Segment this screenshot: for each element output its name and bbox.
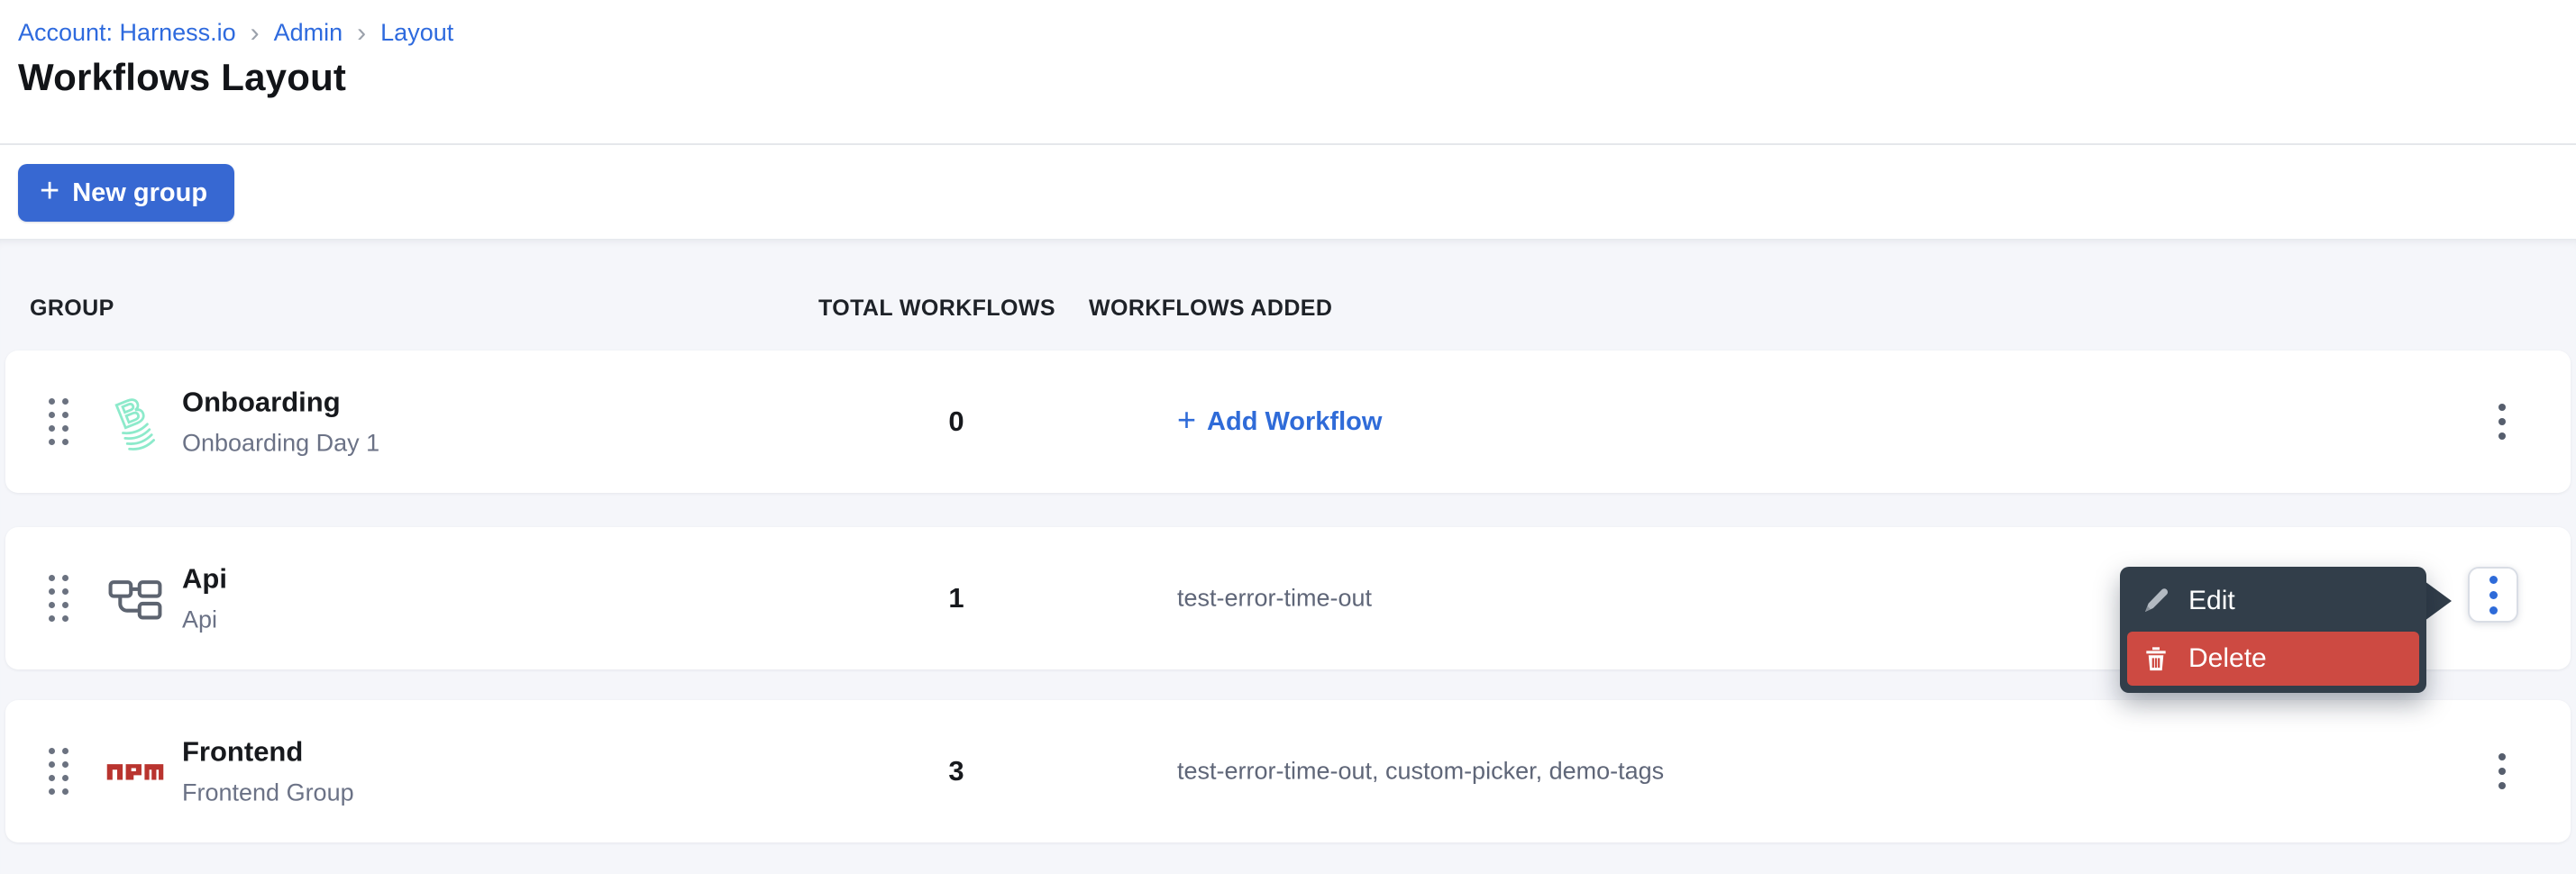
svg-text:B: B bbox=[112, 391, 151, 436]
workflows-added-cell: test-error-time-out, custom-picker, demo… bbox=[1177, 758, 1664, 786]
header-divider bbox=[0, 143, 2576, 145]
context-menu-delete-label: Delete bbox=[2188, 643, 2267, 674]
group-description: Api bbox=[182, 606, 227, 634]
context-menu-delete[interactable]: Delete bbox=[2127, 632, 2419, 686]
context-menu-edit-label: Edit bbox=[2188, 586, 2235, 616]
row-context-menu: Edit Delete bbox=[2120, 567, 2426, 693]
drag-handle-icon[interactable] bbox=[49, 398, 69, 445]
workflows-added-cell: + Add Workflow bbox=[1177, 404, 1382, 440]
breadcrumb-account-link[interactable]: Account: Harness.io bbox=[18, 19, 236, 47]
breadcrumb: Account: Harness.io › Admin › Layout bbox=[18, 18, 453, 47]
breadcrumb-layout-link[interactable]: Layout bbox=[380, 19, 453, 47]
workflow-groups-section: GROUP TOTAL WORKFLOWS WORKFLOWS ADDED B bbox=[0, 239, 2576, 874]
context-menu-arrow bbox=[2425, 581, 2452, 621]
page-title: Workflows Layout bbox=[18, 56, 346, 99]
new-group-button[interactable]: + New group bbox=[18, 164, 234, 222]
trash-icon bbox=[2142, 644, 2170, 673]
stacked-layers-icon: B bbox=[103, 389, 168, 454]
workflows-added-cell: test-error-time-out bbox=[1177, 585, 1372, 613]
group-row-frontend: Frontend Frontend Group 3 test-error-tim… bbox=[5, 700, 2571, 842]
group-info: Api Api bbox=[182, 563, 227, 634]
group-row-api: Api Api 1 test-error-time-out Edit bbox=[5, 527, 2571, 669]
column-header-group: GROUP bbox=[30, 296, 114, 322]
total-workflows-count: 0 bbox=[902, 405, 1010, 438]
breadcrumb-separator-icon: › bbox=[251, 18, 260, 47]
row-menu-kebab-icon[interactable] bbox=[2486, 398, 2518, 445]
add-workflow-link[interactable]: + Add Workflow bbox=[1177, 404, 1382, 440]
column-header-workflows-added: WORKFLOWS ADDED bbox=[1089, 296, 1332, 322]
total-workflows-count: 3 bbox=[902, 755, 1010, 788]
row-menu-kebab-button-active[interactable] bbox=[2468, 567, 2518, 623]
group-info: Onboarding Onboarding Day 1 bbox=[182, 387, 379, 458]
workflow-network-icon bbox=[103, 566, 168, 631]
pencil-icon bbox=[2142, 587, 2170, 615]
plus-icon: + bbox=[40, 174, 59, 212]
group-name: Api bbox=[182, 563, 227, 596]
group-description: Onboarding Day 1 bbox=[182, 430, 379, 458]
npm-logo-icon bbox=[103, 739, 168, 804]
breadcrumb-separator-icon: › bbox=[357, 18, 366, 47]
group-name: Frontend bbox=[182, 736, 354, 769]
breadcrumb-admin-link[interactable]: Admin bbox=[274, 19, 343, 47]
new-group-button-label: New group bbox=[72, 178, 207, 208]
context-menu-edit[interactable]: Edit bbox=[2127, 574, 2419, 628]
column-header-total-workflows: TOTAL WORKFLOWS bbox=[818, 296, 1055, 322]
drag-handle-icon[interactable] bbox=[49, 748, 69, 795]
plus-icon: + bbox=[1177, 404, 1196, 440]
group-row-onboarding: B Onboarding Onboarding Day 1 0 + Add Wo… bbox=[5, 351, 2571, 493]
row-menu-kebab-icon[interactable] bbox=[2486, 748, 2518, 795]
drag-handle-icon[interactable] bbox=[49, 575, 69, 622]
group-name: Onboarding bbox=[182, 387, 379, 419]
group-info: Frontend Frontend Group bbox=[182, 736, 354, 807]
group-description: Frontend Group bbox=[182, 779, 354, 807]
add-workflow-label: Add Workflow bbox=[1207, 407, 1382, 437]
total-workflows-count: 1 bbox=[902, 582, 1010, 615]
